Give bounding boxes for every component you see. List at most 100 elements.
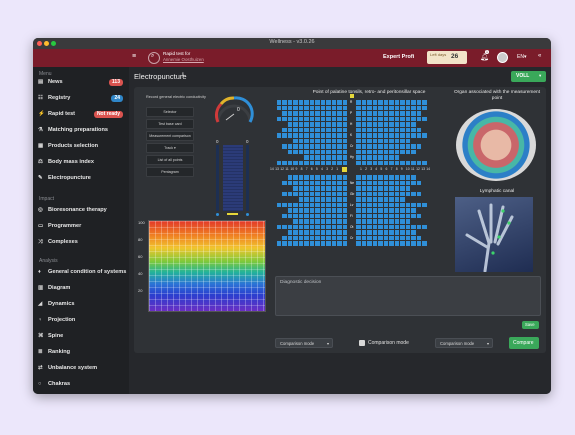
measurement-point-cell[interactable] <box>411 127 416 132</box>
measurement-point-cell[interactable] <box>304 202 309 207</box>
sidebar-item-products-selection[interactable]: ▦ Products selection <box>33 142 129 152</box>
measurement-point-cell[interactable] <box>356 241 361 246</box>
measurement-point-cell[interactable] <box>378 224 383 229</box>
measurement-point-cell[interactable] <box>320 127 325 132</box>
measurement-point-cell[interactable] <box>331 100 336 105</box>
measurement-point-cell[interactable] <box>298 235 303 240</box>
measurement-point-cell[interactable] <box>342 160 347 165</box>
measurement-point-cell[interactable] <box>389 116 394 121</box>
measurement-point-cell[interactable] <box>337 144 342 149</box>
measurement-point-cell[interactable] <box>282 160 287 165</box>
measurement-point-cell[interactable] <box>326 219 331 224</box>
sidebar-item-dynamics[interactable]: ◢ Dynamics <box>33 300 129 310</box>
measurement-point-cell[interactable] <box>378 138 383 143</box>
measurement-point-cell[interactable] <box>309 122 314 127</box>
measurement-point-cell[interactable] <box>378 230 383 235</box>
measurement-point-cell[interactable] <box>394 208 399 213</box>
measurement-point-cell[interactable] <box>383 133 388 138</box>
control-button-test-base-card[interactable]: Test base card <box>146 119 194 129</box>
measurement-point-cell[interactable] <box>405 111 410 116</box>
measurement-point-cell[interactable] <box>331 127 336 132</box>
measurement-point-cell[interactable] <box>282 100 287 105</box>
measurement-point-cell[interactable] <box>337 138 342 143</box>
measurement-point-cell[interactable] <box>337 127 342 132</box>
measurement-point-cell[interactable] <box>315 111 320 116</box>
measurement-point-cell[interactable] <box>304 105 309 110</box>
measurement-point-cell[interactable] <box>416 241 421 246</box>
measurement-point-cell[interactable] <box>405 202 410 207</box>
measurement-point-cell[interactable] <box>405 105 410 110</box>
sidebar-item-diagram[interactable]: ▥ Diagram <box>33 284 129 294</box>
measurement-point-cell[interactable] <box>405 219 410 224</box>
measurement-point-cell[interactable] <box>411 235 416 240</box>
measurement-point-cell[interactable] <box>298 144 303 149</box>
measurement-point-cell[interactable] <box>304 100 309 105</box>
measurement-point-cell[interactable] <box>337 224 342 229</box>
measurement-point-cell[interactable] <box>331 219 336 224</box>
measurement-point-cell[interactable] <box>298 224 303 229</box>
measurement-point-cell[interactable] <box>378 235 383 240</box>
measurement-point-cell[interactable] <box>320 149 325 154</box>
measurement-point-cell[interactable] <box>400 111 405 116</box>
measurement-point-cell[interactable] <box>282 127 287 132</box>
sidebar-item-complexes[interactable]: ⤨ Complexes <box>33 238 129 248</box>
measurement-point-cell[interactable] <box>342 111 347 116</box>
measurement-point-cell[interactable] <box>422 160 427 165</box>
measurement-point-cell[interactable] <box>405 116 410 121</box>
measurement-point-cell[interactable] <box>293 116 298 121</box>
measurement-point-cell[interactable] <box>304 213 309 218</box>
measurement-point-cell[interactable] <box>320 116 325 121</box>
measurement-point-cell[interactable] <box>282 235 287 240</box>
measurement-point-cell[interactable] <box>356 105 361 110</box>
measurement-point-cell[interactable] <box>394 144 399 149</box>
measurement-point-cell[interactable] <box>282 105 287 110</box>
menu-icon[interactable]: ≡ <box>132 53 136 60</box>
control-button-measurement-comparison[interactable]: Measurement comparison <box>146 131 194 141</box>
measurement-point-cell[interactable] <box>342 138 347 143</box>
measurement-point-cell[interactable] <box>400 241 405 246</box>
measurement-point-cell[interactable] <box>394 149 399 154</box>
measurement-point-cell[interactable] <box>367 149 372 154</box>
measurement-point-cell[interactable] <box>320 208 325 213</box>
measurement-point-cell[interactable] <box>356 160 361 165</box>
measurement-point-cell[interactable] <box>287 105 292 110</box>
measurement-point-cell[interactable] <box>389 235 394 240</box>
info-icon[interactable]: ℹ <box>182 72 184 78</box>
measurement-point-cell[interactable] <box>326 213 331 218</box>
measurement-point-cell[interactable] <box>320 241 325 246</box>
measurement-point-cell[interactable] <box>309 224 314 229</box>
measurement-point-cell[interactable] <box>304 235 309 240</box>
measurement-point-cell[interactable] <box>361 208 366 213</box>
measurement-point-cell[interactable] <box>394 138 399 143</box>
measurement-point-cell[interactable] <box>282 213 287 218</box>
measurement-point-cell[interactable] <box>287 116 292 121</box>
measurement-point-cell[interactable] <box>422 224 427 229</box>
sidebar-item-spine[interactable]: ⌘ Spine <box>33 332 129 342</box>
measurement-point-cell[interactable] <box>293 105 298 110</box>
measurement-point-cell[interactable] <box>331 202 336 207</box>
measurement-point-cell[interactable] <box>378 111 383 116</box>
measurement-point-cell[interactable] <box>342 241 347 246</box>
search-button[interactable]: ⌕ <box>148 52 160 64</box>
measurement-point-cell[interactable] <box>331 155 336 160</box>
measurement-point-cell[interactable] <box>326 241 331 246</box>
measurement-point-cell[interactable] <box>411 116 416 121</box>
measurement-point-cell[interactable] <box>378 127 383 132</box>
measurement-point-cell[interactable] <box>400 191 405 196</box>
measurement-point-cell[interactable] <box>320 202 325 207</box>
measurement-point-cell[interactable] <box>293 138 298 143</box>
measurement-point-cell[interactable] <box>356 116 361 121</box>
measurement-point-cell[interactable] <box>298 219 303 224</box>
measurement-point-cell[interactable] <box>372 111 377 116</box>
measurement-point-cell[interactable] <box>400 208 405 213</box>
measurement-point-cell[interactable] <box>383 155 388 160</box>
measurement-point-cell[interactable] <box>389 105 394 110</box>
sidebar-item-projection[interactable]: ♀ Projection <box>33 316 129 326</box>
diagnostic-decision-field[interactable]: Diagnostic decision <box>275 276 541 316</box>
measurement-point-cell[interactable] <box>315 127 320 132</box>
measurement-point-cell[interactable] <box>304 197 309 202</box>
measurement-point-cell[interactable] <box>356 186 361 191</box>
measurement-point-cell[interactable] <box>287 241 292 246</box>
measurement-point-cell[interactable] <box>298 149 303 154</box>
measurement-point-cell[interactable] <box>372 175 377 180</box>
